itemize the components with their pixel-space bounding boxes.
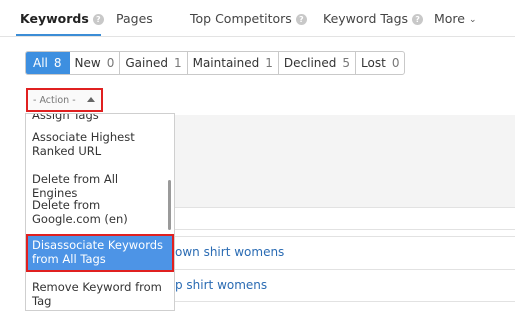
filter-label: Declined: [283, 56, 337, 70]
tab-label: More: [434, 11, 465, 26]
keyword-link[interactable]: p shirt womens: [175, 278, 267, 292]
tab-label: Keywords: [20, 11, 89, 26]
filter-label: New: [74, 56, 101, 70]
tab-label: Pages: [116, 11, 153, 26]
divider: [0, 36, 515, 37]
filter-count: 0: [106, 56, 115, 70]
menu-item-remove-keyword-from-tag[interactable]: Remove Keyword from Tag: [32, 280, 167, 308]
filter-button-group: All 8 New 0 Gained 1 Maintained 1 Declined 5 …: [25, 51, 406, 75]
tab-label: Top Competitors: [190, 11, 292, 26]
menu-item-associate-highest-ranked-url[interactable]: Associate Highest Ranked URL: [32, 130, 167, 158]
menu-item-delete-from-all-engines[interactable]: Delete from All Engines: [32, 172, 167, 200]
chevron-down-icon: ⌄: [469, 15, 477, 25]
caret-up-icon: [87, 97, 95, 102]
filter-declined-button[interactable]: Declined 5: [279, 52, 357, 74]
menu-item-highlight: Disassociate Keywords from All Tags: [26, 234, 174, 272]
filter-count: 0: [391, 56, 400, 70]
action-dropdown-menu: Assign Tags Associate Highest Ranked URL…: [25, 113, 175, 311]
help-icon[interactable]: ?: [92, 14, 104, 25]
tab-keywords[interactable]: Keywords?: [20, 11, 104, 26]
divider: [175, 236, 515, 237]
filter-maintained-button[interactable]: Maintained 1: [188, 52, 279, 74]
divider: [175, 301, 515, 302]
menu-item-assign-tags[interactable]: Assign Tags: [32, 114, 167, 122]
filter-lost-button[interactable]: Lost 0: [356, 52, 404, 74]
action-select[interactable]: - Action -: [26, 88, 103, 112]
filter-count: 8: [53, 56, 62, 70]
tab-keyword-tags[interactable]: Keyword Tags?: [323, 11, 424, 26]
filter-new-button[interactable]: New 0: [70, 52, 121, 74]
divider: [175, 229, 515, 230]
action-select-placeholder: - Action -: [33, 95, 76, 106]
filter-count: 1: [265, 56, 273, 70]
dropdown-scrollbar[interactable]: [168, 180, 171, 230]
divider: [175, 207, 515, 208]
menu-item-disassociate-keywords[interactable]: Disassociate Keywords from All Tags: [32, 238, 167, 266]
table-header-area: [175, 115, 515, 207]
divider: [175, 269, 515, 270]
filter-gained-button[interactable]: Gained 1: [120, 52, 188, 74]
filter-count: 5: [342, 56, 351, 70]
filter-label: Gained: [125, 56, 168, 70]
tab-more[interactable]: More ⌄: [434, 11, 477, 26]
filter-label: All: [33, 56, 48, 70]
filter-all-button[interactable]: All 8: [26, 52, 70, 74]
tab-label: Keyword Tags: [323, 11, 409, 26]
filter-label: Lost: [361, 56, 386, 70]
help-icon[interactable]: ?: [295, 14, 307, 25]
help-icon[interactable]: ?: [412, 14, 424, 25]
tab-bar: Keywords? Pages Top Competitors? Keyword…: [0, 0, 515, 36]
filter-count: 1: [173, 56, 182, 70]
keyword-link[interactable]: own shirt womens: [175, 245, 284, 259]
menu-item-delete-from-google[interactable]: Delete from Google.com (en): [32, 198, 167, 226]
filter-label: Maintained: [192, 56, 260, 70]
tab-pages[interactable]: Pages: [116, 11, 153, 26]
tab-top-competitors[interactable]: Top Competitors?: [190, 11, 307, 26]
